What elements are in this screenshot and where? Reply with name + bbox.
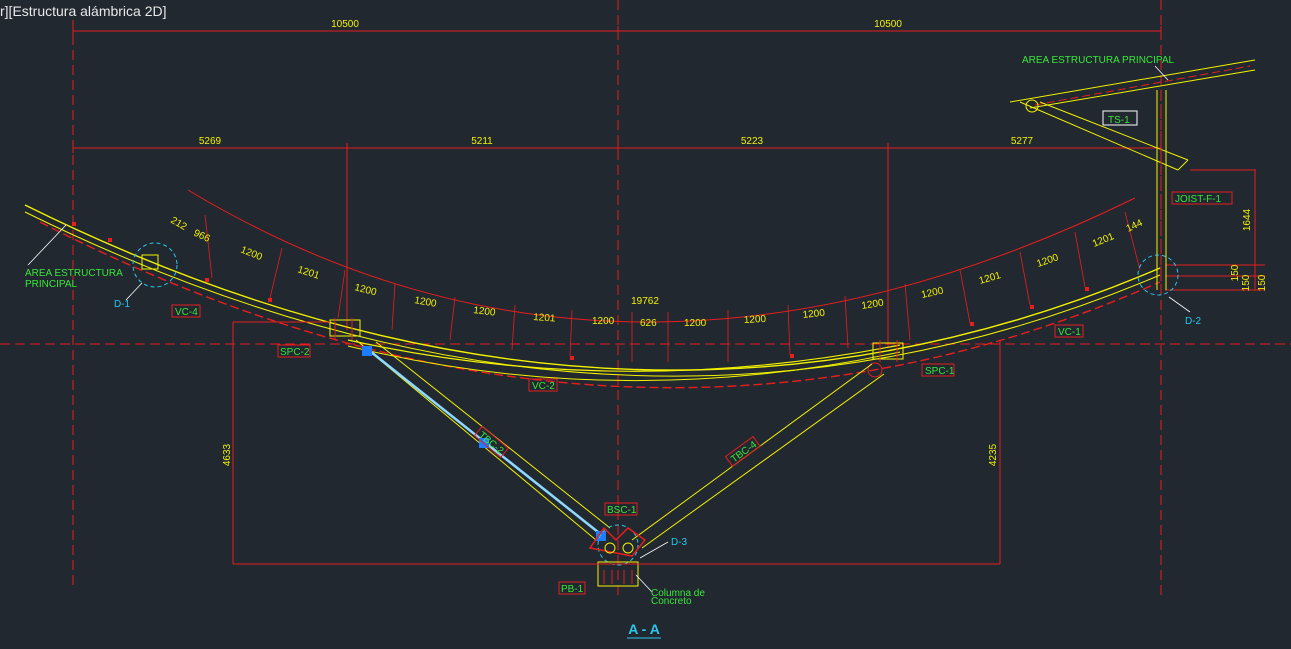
brace-tbc4[interactable] <box>631 363 885 549</box>
dim-seg-3: 5223 <box>741 136 764 147</box>
tag-pb1[interactable]: PB-1 <box>561 584 584 595</box>
tag-vc1[interactable]: VC-1 <box>1058 327 1081 338</box>
tag-bsc1[interactable]: BSC-1 <box>607 505 637 516</box>
note-area-right: AREA ESTRUCTURA PRINCIPAL <box>1022 55 1175 66</box>
arc-dim-18: 1201 <box>1091 231 1116 250</box>
top-dimension <box>72 26 1162 36</box>
arc-dim-11: 1200 <box>684 318 707 329</box>
arc-dim-19: 144 <box>1125 218 1145 235</box>
detail-d3[interactable]: D-3 <box>671 537 688 548</box>
dim-vertical-right: 4235 <box>988 443 999 466</box>
arc-dim-9: 1200 <box>592 316 615 327</box>
dim-small-1: 150 <box>1230 264 1241 281</box>
note-column-line2: Concreto <box>651 596 692 607</box>
arc-dim-7: 1200 <box>473 305 497 319</box>
dim-top-left: 10500 <box>331 19 359 30</box>
arc-dim-2: 966 <box>192 228 212 245</box>
tag-joist[interactable]: JOIST-F-1 <box>1175 194 1222 205</box>
tag-spc2[interactable]: SPC-2 <box>280 347 310 358</box>
dim-vertical-left: 4633 <box>222 443 233 466</box>
tag-vc2[interactable]: VC-2 <box>532 381 555 392</box>
dim-top-right: 10500 <box>874 19 902 30</box>
arc-tick-lines <box>204 211 1141 362</box>
arc-dim-12: 1200 <box>744 314 767 326</box>
dim-small-2: 150 <box>1241 274 1252 291</box>
arc-dim-13: 1200 <box>802 308 826 321</box>
dim-small-3: 150 <box>1257 274 1268 291</box>
arc-dim-17: 1200 <box>1035 252 1060 270</box>
cad-drawing-canvas[interactable]: 10500 10500 5269 5211 5223 5277 212 966 … <box>0 0 1291 649</box>
tag-ts1[interactable]: TS-1 <box>1108 115 1130 126</box>
arc-dimension-line <box>187 189 1136 323</box>
arc-dim-10: 626 <box>640 318 657 329</box>
note-area-left-line2: PRINCIPAL <box>25 279 77 290</box>
arc-dim-1: 212 <box>169 215 189 233</box>
section-title: A - A <box>628 621 660 637</box>
arc-dim-16: 1201 <box>978 270 1003 287</box>
span-dimension: 19762 <box>631 296 659 307</box>
dim-seg-2: 5211 <box>471 136 493 147</box>
dim-seg-4: 5277 <box>1011 136 1034 147</box>
arc-dim-6: 1200 <box>413 295 437 310</box>
second-dimension <box>72 143 1162 348</box>
grip-handle-top[interactable] <box>362 346 372 356</box>
arc-dim-14: 1200 <box>861 298 885 312</box>
arc-dim-15: 1200 <box>920 285 944 300</box>
arc-dim-4: 1201 <box>296 264 321 281</box>
arc-dim-3: 1200 <box>239 245 264 264</box>
detail-d1[interactable]: D-1 <box>114 299 131 310</box>
dim-vertical-joist: 1644 <box>1242 208 1253 231</box>
arc-dim-5: 1200 <box>353 282 378 298</box>
left-detail-circle <box>132 242 178 288</box>
detail-d2[interactable]: D-2 <box>1185 316 1202 327</box>
tag-vc4[interactable]: VC-4 <box>175 307 198 318</box>
dim-seg-1: 5269 <box>199 136 222 147</box>
arc-dim-8: 1201 <box>533 312 556 325</box>
tag-spc1[interactable]: SPC-1 <box>925 366 955 377</box>
note-area-left-line1: AREA ESTRUCTURA <box>25 268 123 279</box>
